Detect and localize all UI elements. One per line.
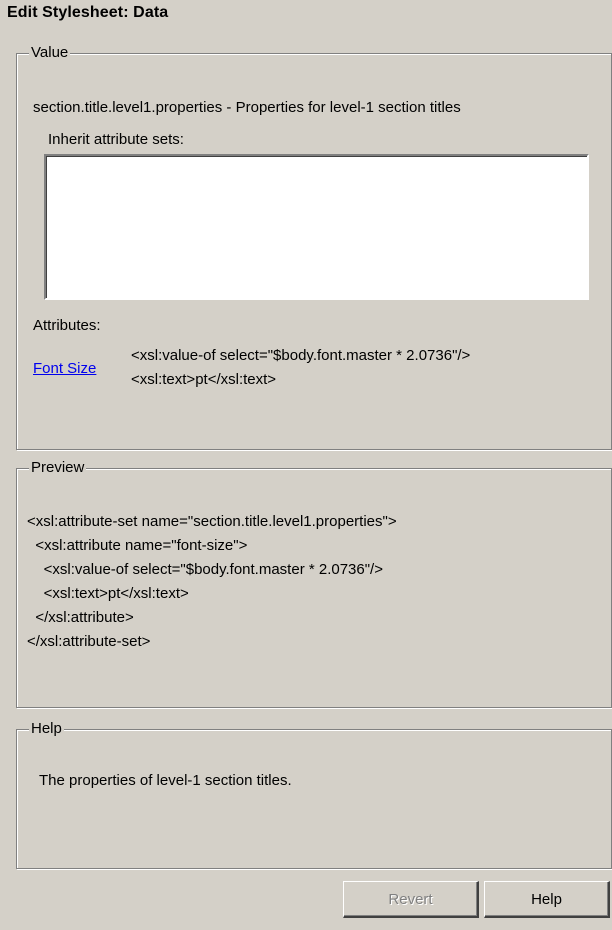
preview-code-line: <xsl:attribute name="font-size"> [27, 537, 248, 554]
attributes-label: Attributes: [33, 317, 101, 334]
preview-group-legend: Preview [29, 459, 87, 477]
preview-code-line: </xsl:attribute> [27, 609, 134, 626]
preview-code-line: </xsl:attribute-set> [27, 633, 151, 650]
preview-code-line: <xsl:attribute-set name="section.title.l… [27, 513, 397, 530]
attribute-font-size-value-line: <xsl:value-of select="$body.font.master … [131, 347, 471, 364]
stylesheet-description: section.title.level1.properties - Proper… [33, 99, 461, 116]
revert-button[interactable]: Revert [343, 881, 479, 918]
help-group: Help [16, 720, 612, 869]
help-button[interactable]: Help [484, 881, 610, 918]
help-group-legend: Help [29, 720, 64, 738]
attribute-font-size-link[interactable]: Font Size [33, 360, 96, 377]
value-group-legend: Value [29, 44, 71, 62]
attribute-font-size-value-line: <xsl:text>pt</xsl:text> [131, 371, 277, 388]
preview-code-line: <xsl:text>pt</xsl:text> [27, 585, 189, 602]
preview-code-line: <xsl:value-of select="$body.font.master … [27, 561, 383, 578]
inherit-attribute-sets-label: Inherit attribute sets: [48, 131, 184, 148]
window-title: Edit Stylesheet: Data [7, 4, 169, 21]
inherit-attribute-sets-list[interactable] [44, 154, 589, 300]
help-text: The properties of level-1 section titles… [39, 772, 292, 789]
